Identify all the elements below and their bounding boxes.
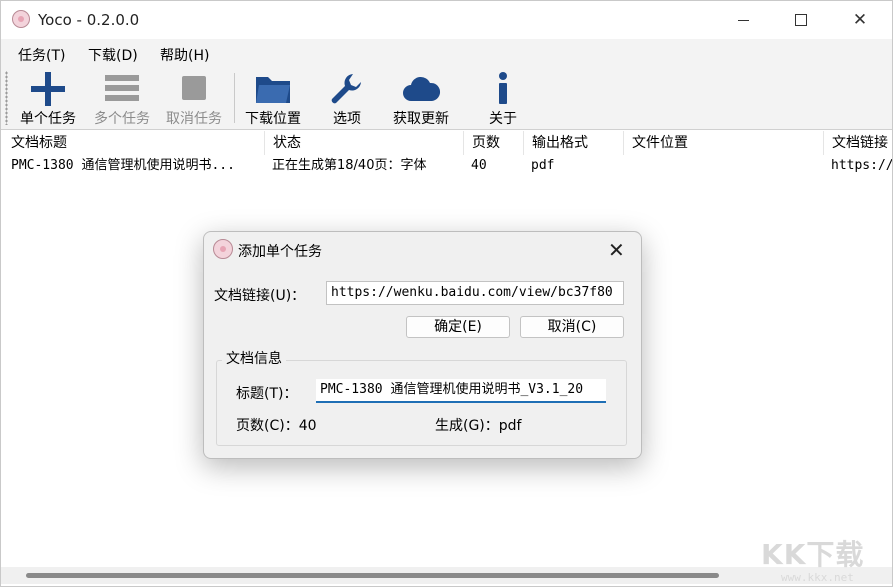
cell-pages: 40 (471, 158, 487, 173)
pages-readout: 页数(C)：40 (236, 418, 317, 434)
task-table-header: 文档标题 状态 页数 输出格式 文件位置 文档链接 (1, 131, 892, 155)
options-label: 选项 (333, 111, 361, 127)
toolbar-grip[interactable] (5, 71, 8, 125)
about-label: 关于 (489, 111, 517, 127)
table-row[interactable]: PMC-1380 通信管理机使用说明书... 正在生成第18/40页：字体 40… (1, 155, 892, 177)
download-location-label: 下载位置 (245, 111, 301, 127)
menu-task[interactable]: 任务(T) (18, 45, 65, 65)
folder-icon (256, 77, 290, 103)
column-header-status[interactable]: 状态 (265, 131, 464, 155)
cell-title: PMC-1380 通信管理机使用说明书... (11, 158, 235, 173)
app-window: Yoco - 0.2.0.0 ✕ 任务(T) 下载(D) 帮助(H) 单个任务 … (0, 0, 893, 587)
menu-help[interactable]: 帮助(H) (160, 45, 209, 65)
wrench-icon (331, 74, 361, 104)
watermark: KK下载 www.kkx.net (761, 533, 891, 584)
get-updates-button[interactable]: 获取更新 (386, 67, 456, 129)
cancel-task-button[interactable]: 取消任务 (159, 67, 229, 129)
minimize-button[interactable] (714, 1, 772, 39)
dialog-title: 添加单个任务 (238, 244, 322, 260)
menu-bar: 任务(T) 下载(D) 帮助(H) (1, 39, 892, 67)
url-label: 文档链接(U)： (214, 288, 306, 304)
url-input[interactable]: https://wenku.baidu.com/view/bc37f80 (326, 281, 624, 305)
download-location-button[interactable]: 下载位置 (238, 67, 308, 129)
watermark-url: www.kkx.net (781, 571, 854, 584)
multi-task-button[interactable]: 多个任务 (87, 67, 157, 129)
scrollbar-thumb[interactable] (26, 573, 719, 578)
dialog-app-icon (213, 239, 233, 259)
info-icon (499, 72, 507, 104)
format-readout: 生成(G)：pdf (435, 418, 522, 434)
options-button[interactable]: 选项 (317, 67, 377, 129)
column-header-format[interactable]: 输出格式 (524, 131, 624, 155)
close-icon: ✕ (608, 238, 625, 262)
list-icon (105, 75, 139, 101)
stop-icon (182, 76, 206, 100)
window-title: Yoco - 0.2.0.0 (38, 11, 140, 29)
toolbar: 单个任务 多个任务 取消任务 下载位置 选项 获取更新 关于 (1, 67, 892, 130)
single-task-label: 单个任务 (20, 111, 76, 127)
horizontal-scrollbar[interactable] (1, 567, 892, 584)
cloud-icon (403, 76, 441, 101)
single-task-button[interactable]: 单个任务 (13, 67, 83, 129)
title-label: 标题(T)： (236, 386, 298, 402)
add-single-task-dialog: 添加单个任务 ✕ 文档链接(U)： https://wenku.baidu.co… (203, 231, 642, 459)
about-button[interactable]: 关于 (473, 67, 533, 129)
get-updates-label: 获取更新 (393, 111, 449, 127)
cell-format: pdf (531, 158, 555, 173)
menu-download[interactable]: 下载(D) (88, 45, 138, 65)
column-header-link[interactable]: 文档链接 (824, 131, 892, 155)
plus-icon (31, 72, 65, 106)
column-header-location[interactable]: 文件位置 (624, 131, 824, 155)
maximize-icon (795, 14, 807, 26)
cell-link: https:// (831, 158, 892, 173)
multi-task-label: 多个任务 (94, 111, 150, 127)
dialog-close-button[interactable]: ✕ (608, 238, 625, 262)
maximize-button[interactable] (772, 1, 830, 39)
close-icon: ✕ (852, 10, 868, 30)
close-button[interactable]: ✕ (831, 1, 889, 39)
column-header-pages[interactable]: 页数 (464, 131, 524, 155)
cancel-task-label: 取消任务 (166, 111, 222, 127)
cell-location (631, 155, 821, 177)
column-header-title[interactable]: 文档标题 (3, 131, 265, 155)
ok-button[interactable]: 确定(E) (406, 316, 510, 338)
toolbar-separator (234, 73, 235, 123)
minimize-icon (737, 19, 749, 21)
cancel-button[interactable]: 取消(C) (520, 316, 624, 338)
title-input[interactable]: PMC-1380 通信管理机使用说明书_V3.1_20 (316, 379, 606, 403)
doc-info-group-title: 文档信息 (222, 348, 286, 368)
title-bar: Yoco - 0.2.0.0 ✕ (1, 1, 892, 39)
cell-status: 正在生成第18/40页：字体 (272, 158, 427, 173)
watermark-text: KK下载 (761, 538, 865, 571)
yoco-app-icon (12, 10, 30, 28)
